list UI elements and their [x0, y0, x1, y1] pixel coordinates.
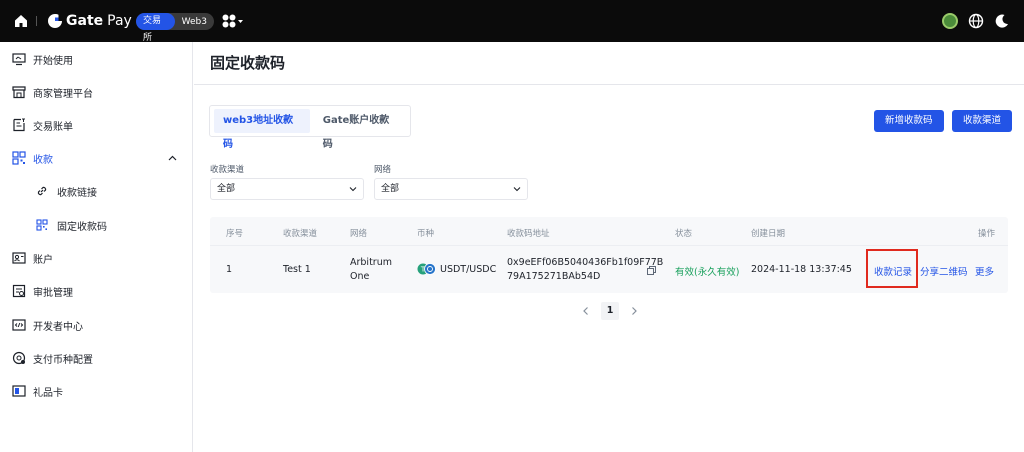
approval-icon — [12, 284, 26, 298]
gate-logo-icon — [48, 13, 62, 28]
payment-channel-button[interactable]: 收款渠道 — [952, 110, 1013, 132]
highlight-box — [866, 249, 918, 288]
switch-web3[interactable]: Web3 — [175, 17, 214, 27]
sidebar-item-label: 礼品卡 — [33, 387, 63, 399]
sidebar-item-label: 支付币种配置 — [33, 354, 93, 366]
qrcode-grid-icon — [12, 151, 26, 165]
column-header: 币种 — [417, 229, 435, 239]
select-value: 全部 — [381, 184, 400, 194]
sidebar-item-developer[interactable]: 开发者中心 — [0, 310, 193, 340]
brand-suffix: Pay — [107, 13, 132, 29]
column-header: 序号 — [226, 229, 244, 239]
column-header: 状态 — [675, 229, 693, 239]
globe-icon[interactable] — [968, 13, 984, 29]
topbar-actions — [942, 13, 1010, 29]
row-network-line1: Arbitrum — [350, 257, 392, 268]
sidebar-item-label: 开始使用 — [33, 55, 73, 67]
row-created-date: 2024-11-18 13:37:45 — [751, 264, 852, 275]
sidebar-item-label: 固定收款码 — [57, 221, 107, 233]
network-select[interactable]: 全部 — [374, 178, 528, 200]
sidebar-item-label: 开发者中心 — [33, 321, 83, 333]
top-navbar: Gate Pay 交易所 Web3 — [0, 0, 1024, 43]
row-network-line2: One — [350, 271, 370, 282]
store-icon — [12, 86, 26, 99]
sidebar-item-collect[interactable]: 收款 — [0, 143, 193, 173]
column-header: 创建日期 — [751, 229, 786, 239]
chevron-up-icon — [168, 155, 177, 160]
platform-switch[interactable]: 交易所 Web3 — [136, 13, 214, 43]
sidebar-item-fixed-qrcode[interactable]: 固定收款码 — [0, 210, 193, 240]
sidebar-item-label: 商家管理平台 — [33, 88, 93, 100]
sidebar-item-getting-started[interactable]: 开始使用 — [0, 44, 193, 74]
giftcard-icon — [12, 385, 26, 397]
sidebar-item-transactions[interactable]: 交易账单 — [0, 110, 193, 140]
column-header: 收款渠道 — [283, 229, 318, 239]
account-icon — [12, 252, 26, 264]
divider — [194, 84, 1024, 85]
row-coin: USDT/USDC — [440, 264, 497, 275]
filter-network-label: 网络 — [374, 165, 392, 175]
row-index: 1 — [226, 264, 233, 275]
link-icon — [37, 186, 47, 196]
sidebar-item-label: 账户 — [33, 254, 53, 266]
copy-icon[interactable] — [647, 266, 656, 275]
monitor-icon — [12, 53, 26, 66]
status-badge: 有效(永久有效) — [675, 267, 740, 278]
divider — [210, 245, 1008, 246]
coin-config-icon — [12, 351, 26, 365]
page-title: 固定收款码 — [210, 54, 286, 72]
tab-gate-account[interactable]: Gate账户收款码 — [314, 109, 406, 150]
sidebar-item-merchant-platform[interactable]: 商家管理平台 — [0, 77, 193, 107]
column-header: 收款码地址 — [507, 229, 550, 239]
switch-exchange[interactable]: 交易所 — [136, 13, 175, 43]
share-qrcode-link[interactable]: 分享二维码 — [920, 264, 968, 278]
qrcode-type-tabs: web3地址收款码 Gate账户收款码 — [209, 105, 411, 150]
channel-select[interactable]: 全部 — [210, 178, 364, 200]
user-avatar[interactable] — [942, 13, 958, 29]
home-icon[interactable] — [14, 14, 28, 28]
filter-channel-label: 收款渠道 — [210, 165, 245, 175]
chevron-left-icon[interactable] — [580, 305, 592, 317]
sidebar-item-payment-link[interactable]: 收款链接 — [0, 176, 193, 206]
pagination: 1 — [580, 302, 640, 320]
sidebar-item-label: 收款 — [33, 154, 53, 166]
row-address-line2: 79A175271BAb54D — [507, 271, 601, 282]
code-icon — [12, 319, 26, 331]
sidebar-item-label: 交易账单 — [33, 121, 73, 133]
sidebar-item-giftcard[interactable]: 礼品卡 — [0, 376, 193, 406]
qrcode-icon — [36, 219, 48, 231]
brand-name: Gate — [66, 13, 104, 29]
sidebar-item-account[interactable]: 账户 — [0, 243, 193, 273]
add-qrcode-button[interactable]: 新增收款码 — [874, 110, 944, 132]
page-number[interactable]: 1 — [601, 302, 619, 320]
divider — [36, 16, 37, 26]
row-channel: Test 1 — [283, 264, 311, 275]
sidebar: 开始使用 商家管理平台 交易账单 收款 收款链接 固定收款码 账户 审批管理 开… — [0, 42, 193, 452]
sidebar-item-approval[interactable]: 审批管理 — [0, 276, 193, 306]
select-value: 全部 — [217, 184, 236, 194]
more-link[interactable]: 更多 — [975, 264, 994, 278]
column-header: 操作 — [978, 229, 996, 239]
sidebar-item-label: 审批管理 — [33, 287, 73, 299]
apps-menu-icon[interactable] — [222, 14, 244, 28]
column-header: 网络 — [350, 229, 368, 239]
moon-icon[interactable] — [994, 13, 1010, 29]
sidebar-item-label: 收款链接 — [57, 187, 97, 199]
qrcode-table: 序号 收款渠道 网络 币种 收款码地址 状态 创建日期 操作 1 Test 1 … — [210, 217, 1008, 293]
chevron-down-icon — [513, 187, 521, 192]
bill-icon — [13, 118, 25, 132]
chevron-down-icon — [349, 187, 357, 192]
usdt-usdc-icon: T — [417, 263, 436, 275]
sidebar-item-currency-config[interactable]: 支付币种配置 — [0, 343, 193, 373]
tab-web3-address[interactable]: web3地址收款码 — [214, 109, 310, 150]
row-address-line1: 0x9eEFf06B5040436Fb1f09F77B — [507, 257, 664, 268]
chevron-right-icon[interactable] — [628, 305, 640, 317]
gate-pay-logo[interactable]: Gate Pay — [46, 11, 132, 31]
